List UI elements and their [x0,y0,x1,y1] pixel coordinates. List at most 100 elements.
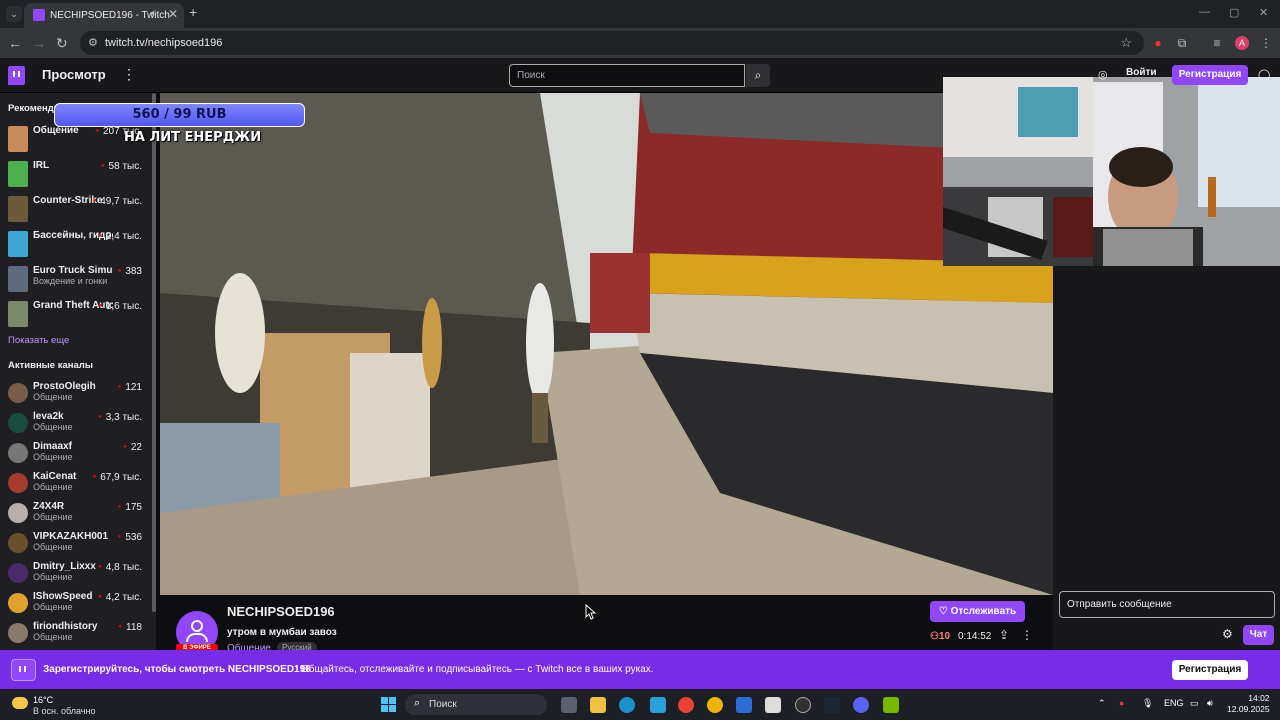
file-explorer-icon[interactable] [590,697,606,713]
windows-taskbar: 16°C В осн. облачно ⌕ Поиск ⌃ ● 🎙︎ ENG ▭… [0,689,1280,720]
avatar [8,563,28,583]
obs-icon[interactable] [795,697,811,713]
discord-icon[interactable] [853,697,869,713]
weather-temperature: 16°C [33,695,54,705]
system-clock[interactable]: 14:02 12.09.2025 [1227,693,1270,715]
chat-send-button[interactable]: Чат [1243,625,1274,645]
chrome-icon[interactable] [678,697,694,713]
extensions-puzzle-icon[interactable]: ⧉ [1175,36,1189,50]
channel-name[interactable]: NECHIPSOED196 [227,604,335,619]
sidebar-channel[interactable]: IShowSpeed Общение 4,2 тыс. [0,589,150,619]
sidebar-channel[interactable]: VIPKAZAKH001 Общение 536 [0,529,150,559]
video-player[interactable] [160,93,1053,595]
search-input[interactable]: Поиск [509,64,745,87]
address-bar[interactable]: ⚙ twitch.tv/nechipsoed196 ☆ [80,31,1144,55]
network-icon[interactable]: ▭ [1190,698,1199,709]
active-channels-header: Активные каналы [8,360,93,371]
mouse-cursor-icon [585,604,597,620]
channel-category: Общение [33,392,73,402]
chat-settings-gear-icon[interactable]: ⚙ [1222,627,1233,641]
sidebar-channel[interactable]: Dimaaxf Общение 22 [0,439,150,469]
browse-link[interactable]: Просмотр [42,67,106,82]
extension-icon[interactable]: ● [1151,36,1165,50]
sidebar-category[interactable]: IRL 58 тыс. [0,158,150,188]
bookmark-star-icon[interactable]: ☆ [1120,35,1132,51]
follow-button[interactable]: ♡ Отслеживать [930,601,1025,622]
banner-headline: Зарегистрируйтесь, чтобы смотреть NECHIP… [43,664,311,675]
tab-list-button[interactable]: ⌄ [6,6,22,22]
signup-button[interactable]: Регистрация [1172,65,1248,85]
donation-alert-amount: 560 / 99 RUB [54,103,305,127]
sidebar-category[interactable]: Бассейны, гидромассаж 2,4 тыс. [0,228,150,258]
tray-app-icon[interactable]: ● [1119,698,1124,708]
sidebar-category[interactable]: Euro Truck Simulator 2 Вождение и гонки … [0,263,150,293]
user-menu-icon[interactable]: ◯ [1258,68,1270,81]
sidebar-channel[interactable]: firiondhistory Общение 118 [0,619,150,649]
tray-overflow-icon[interactable]: ⌃ [1098,698,1106,709]
twitch-glitch-icon [11,659,36,681]
close-tab-icon[interactable]: ✕ [168,7,178,21]
site-info-icon[interactable]: ⚙ [88,36,98,49]
sidebar-channel[interactable]: leva2k Общение 3,3 тыс. [0,409,150,439]
sidebar-channel[interactable]: Z4X4R Общение 175 [0,499,150,529]
edge-browser-icon[interactable] [619,697,635,713]
minimize-icon[interactable]: — [1199,6,1210,18]
channel-category: Общение [33,542,73,552]
language-indicator[interactable]: ENG [1164,698,1184,708]
category-thumbnail [8,161,28,187]
twitch-logo-icon[interactable] [8,66,25,85]
task-view-icon[interactable] [561,697,577,713]
media-control-icon[interactable]: ≡ [1210,36,1224,50]
stream-video-frame [160,93,1053,595]
follow-label: Отслеживать [950,606,1017,617]
taskbar-search[interactable]: ⌕ Поиск [405,694,547,715]
nvidia-icon[interactable] [883,697,899,713]
more-options-icon[interactable]: ⋮ [1021,628,1033,642]
viewer-count: 4,2 тыс. [98,592,142,603]
notepad-icon[interactable] [765,697,781,713]
sidebar-channel[interactable]: ProstoOlegih Общение 121 [0,379,150,409]
windows-start-icon[interactable] [381,697,397,713]
sidebar-channel[interactable]: Dmitry_Lixxx Общение 4,8 тыс. [0,559,150,589]
show-more-link[interactable]: Показать еще [8,335,69,346]
channel-name: Z4X4R [33,501,65,512]
profile-avatar[interactable]: A [1235,36,1249,50]
new-tab-button[interactable]: + [189,4,197,20]
channel-name: VIPKAZAKH001 [33,531,109,542]
url-text: twitch.tv/nechipsoed196 [105,37,223,49]
search-icon: ⌕ [414,697,421,709]
microphone-icon[interactable]: 🎙︎ [1142,698,1153,709]
reload-icon[interactable]: ↻ [56,35,68,51]
speaker-icon[interactable]: 🔈︎ [151,8,157,19]
login-button[interactable]: Войти [1126,67,1166,78]
banner-signup-button[interactable]: Регистрация [1172,660,1248,680]
forward-icon[interactable]: → [32,35,46,51]
category-thumbnail [8,126,28,152]
sidebar-category[interactable]: Counter-Strike 49,7 тыс. [0,193,150,223]
avatar [8,443,28,463]
sidebar-category[interactable]: Grand Theft Auto V 1,6 тыс. [0,298,150,328]
more-menu-icon[interactable]: ⋮ [122,66,136,83]
channel-name: ProstoOlegih [33,381,96,392]
browser-tab-twitch[interactable]: NECHIPSOED196 - Twitch 🔈︎ ✕ [24,3,184,28]
channel-category: Общение [33,422,73,432]
app-icon[interactable] [707,697,723,713]
back-icon[interactable]: ← [8,35,22,51]
channel-category: Общение [33,512,73,522]
search-icon[interactable]: ⌕ [746,64,770,87]
notifications-icon[interactable]: ◎ [1098,68,1108,81]
close-window-icon[interactable]: ✕ [1259,6,1268,19]
sidebar-channel[interactable]: KaiCenat Общение 67,9 тыс. [0,469,150,499]
sidebar-scrollbar[interactable] [152,93,156,612]
volume-icon[interactable]: 🔊︎ [1207,698,1213,709]
share-icon[interactable]: ⇪ [999,628,1009,642]
browser-menu-icon[interactable]: ⋮ [1259,36,1273,50]
chart-app-icon[interactable] [736,697,752,713]
maximize-icon[interactable]: ▢ [1229,6,1239,19]
chat-input[interactable]: Отправить сообщение [1059,591,1275,618]
viewer-count: 175 [118,502,142,513]
webcam-frame [943,77,1280,266]
telegram-icon[interactable] [650,697,666,713]
steam-icon[interactable] [824,697,840,713]
viewer-count: 22 [123,442,142,453]
